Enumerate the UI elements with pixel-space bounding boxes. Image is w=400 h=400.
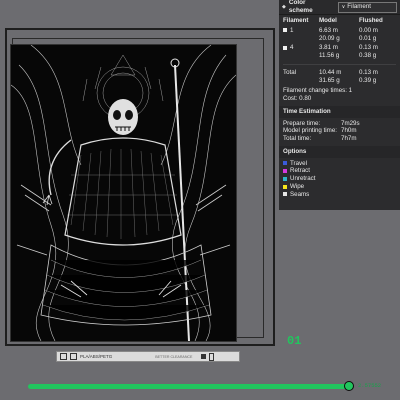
- options-title: Options: [279, 145, 400, 158]
- filament-row: 4 3.81 m 11.56 g 0.13 m 0.38 g: [283, 44, 396, 60]
- total-label: Total: [283, 68, 297, 76]
- plate-toolbar: PLA/ABS/PETG BETTER CLEARANCE: [56, 351, 240, 362]
- retract-color-swatch: [283, 169, 287, 174]
- model-printing-time-row: Model printing time: 7h0m: [283, 127, 396, 135]
- color-scheme-label: Color scheme: [288, 0, 313, 14]
- option-unretract[interactable]: Unretract: [283, 175, 396, 183]
- filament-id: 1: [290, 26, 294, 34]
- total-time-label: Total time:: [283, 135, 312, 142]
- seams-color-swatch: [283, 192, 287, 197]
- option-label: Unretract: [290, 175, 316, 182]
- option-travel[interactable]: Travel: [283, 160, 396, 168]
- option-seams[interactable]: Seams: [283, 191, 396, 199]
- option-retract[interactable]: Retract: [283, 167, 396, 175]
- model-length: 3.81 m: [319, 44, 338, 52]
- option-wipe[interactable]: Wipe: [283, 183, 396, 191]
- filament-row: 1 6.63 m 20.09 g 0.00 m 0.01 g: [283, 27, 396, 43]
- prepare-time-row: Prepare time: 7m29s: [283, 120, 396, 128]
- color-scheme-dropdown[interactable]: ∨ Filament: [337, 1, 397, 13]
- option-label: Seams: [290, 190, 310, 198]
- options-list: Travel Retract Unretract Wipe Seams: [279, 158, 400, 201]
- flushed-weight: 0.01 g: [359, 34, 377, 42]
- prepare-time-value: 7m29s: [341, 119, 360, 127]
- layer-move-slider-thumb[interactable]: [344, 381, 354, 391]
- flushed-length: 0.13 m: [359, 44, 378, 52]
- current-layer-number: 01: [287, 334, 302, 348]
- plate-note: BETTER CLEARANCE: [155, 354, 193, 359]
- header-model: Model: [319, 17, 337, 24]
- filament-color-swatch: [283, 45, 287, 50]
- wipe-color-swatch: [283, 184, 287, 189]
- option-label: Travel: [290, 159, 307, 167]
- total-row: Total 10.44 m 31.65 g 0.13 m 0.39 g: [283, 69, 396, 85]
- option-label: Wipe: [290, 182, 305, 190]
- filament-table-header: Filament Model Flushed: [283, 17, 396, 25]
- unretract-color-swatch: [283, 176, 287, 181]
- slice-info-panel: ◆ Color scheme ∨ Filament Filament Model…: [279, 0, 400, 210]
- total-model-weight: 31.65 g: [319, 76, 340, 84]
- square-icon[interactable]: [201, 354, 207, 359]
- option-label: Retract: [290, 167, 310, 175]
- phone-icon[interactable]: [209, 352, 215, 361]
- model-printing-time-value: 7h0m: [341, 127, 357, 135]
- total-time-value: 7h7m: [341, 135, 357, 142]
- bullet-icon: ◆: [282, 3, 286, 10]
- filament-change-times: Filament change times: 1: [283, 87, 353, 95]
- filament-id: 4: [290, 44, 294, 52]
- sliced-model-preview[interactable]: [10, 44, 237, 342]
- cost: Cost: 0.80: [283, 95, 312, 102]
- plate-grid-icon[interactable]: [60, 353, 67, 360]
- plate-type-icon[interactable]: [70, 353, 77, 360]
- prepare-time-label: Prepare time:: [283, 119, 321, 127]
- slider-value: 2.57552: [358, 382, 382, 389]
- chevron-down-icon: ∨: [341, 3, 346, 10]
- engraved-skeleton-artwork: [11, 45, 236, 341]
- color-scheme-bar: ◆ Color scheme ∨ Filament: [279, 0, 400, 15]
- total-flushed-weight: 0.39 g: [359, 76, 377, 84]
- time-estimation-title: Time Estimation: [279, 105, 400, 118]
- travel-color-swatch: [283, 161, 287, 166]
- header-filament: Filament: [283, 17, 309, 24]
- plate-type-label: PLA/ABS/PETG: [80, 354, 113, 359]
- header-flushed: Flushed: [359, 17, 383, 24]
- total-flushed-length: 0.13 m: [359, 68, 378, 76]
- flushed-weight: 0.38 g: [359, 52, 377, 59]
- layer-move-slider-track[interactable]: [28, 384, 350, 389]
- total-time-row: Total time: 7h7m: [283, 135, 396, 143]
- color-scheme-value: Filament: [347, 3, 372, 11]
- model-printing-time-label: Model printing time:: [283, 127, 337, 135]
- model-weight: 20.09 g: [319, 34, 340, 42]
- model-weight: 11.56 g: [319, 52, 340, 59]
- model-length: 6.63 m: [319, 26, 338, 34]
- total-model-length: 10.44 m: [319, 68, 342, 76]
- divider: [283, 63, 396, 65]
- filament-color-swatch: [283, 28, 287, 33]
- flushed-length: 0.00 m: [359, 26, 378, 34]
